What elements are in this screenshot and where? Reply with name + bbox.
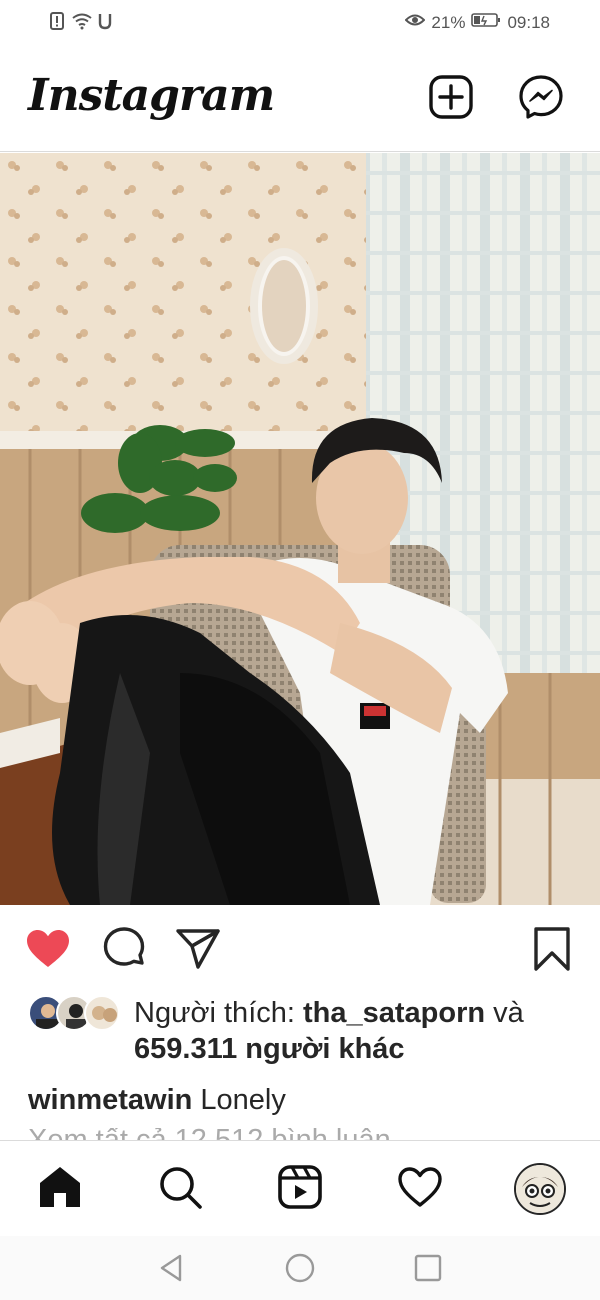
bottom-nav [0,1140,600,1236]
save-button[interactable] [528,925,576,973]
system-recents-button[interactable] [410,1250,446,1286]
nav-profile-avatar[interactable] [514,1163,566,1215]
view-comments-link[interactable]: Xem tất cả 12.512 bình luận [28,1128,391,1140]
system-nav [0,1236,600,1300]
messenger-button[interactable] [518,74,564,120]
messenger-icon [519,75,563,119]
alert-icon [50,12,66,36]
liked-by-username[interactable]: tha_sataporn [303,997,485,1029]
post-photo-illustration [0,153,600,905]
nav-reels[interactable] [276,1163,324,1211]
system-home-button[interactable] [282,1250,318,1286]
post-caption: winmetawin Lonely [28,1080,286,1120]
plus-square-icon [429,75,473,119]
battery-icon [471,12,501,34]
back-icon [160,1254,182,1282]
share-button[interactable] [174,925,222,973]
status-left [50,12,112,36]
avatar [84,995,120,1031]
status-right: 21% 09:18 [405,12,550,34]
post-actions [0,905,600,991]
nav-home[interactable] [36,1163,84,1211]
heart-filled-icon [27,930,69,967]
instagram-logo[interactable]: Instagram [28,70,275,121]
profile-avatar-image [516,1165,564,1213]
comment-button[interactable] [100,925,148,973]
home-icon [40,1167,80,1207]
status-bar: 21% 09:18 [0,0,600,46]
app-header: Instagram [0,46,600,152]
new-post-button[interactable] [428,74,474,120]
likes-joiner: và [485,997,524,1029]
liker-avatars[interactable] [28,993,128,1033]
clock: 09:18 [507,13,550,32]
u-icon [98,12,112,36]
post-image[interactable] [0,153,600,905]
eye-icon [405,12,426,34]
like-button[interactable] [24,925,72,973]
author-username[interactable]: winmetawin [28,1084,192,1116]
search-icon [160,1167,202,1209]
nav-activity[interactable] [396,1163,444,1211]
battery-percent: 21% [431,13,466,32]
likes-others[interactable]: 659.311 người khác [134,1029,405,1069]
system-back-button[interactable] [154,1250,190,1286]
reels-icon [278,1165,322,1209]
bookmark-icon [534,927,570,971]
activity-icon [398,1167,442,1207]
wifi-icon [72,12,92,36]
caption-text: Lonely [192,1084,286,1116]
comment-icon [103,927,145,966]
home-circle-icon [285,1253,315,1283]
likes-summary: Người thích: tha_sataporn và [134,993,524,1033]
likes-prefix: Người thích: [134,997,303,1029]
nav-search[interactable] [156,1163,204,1211]
recents-icon [414,1254,442,1282]
send-icon [176,929,220,969]
